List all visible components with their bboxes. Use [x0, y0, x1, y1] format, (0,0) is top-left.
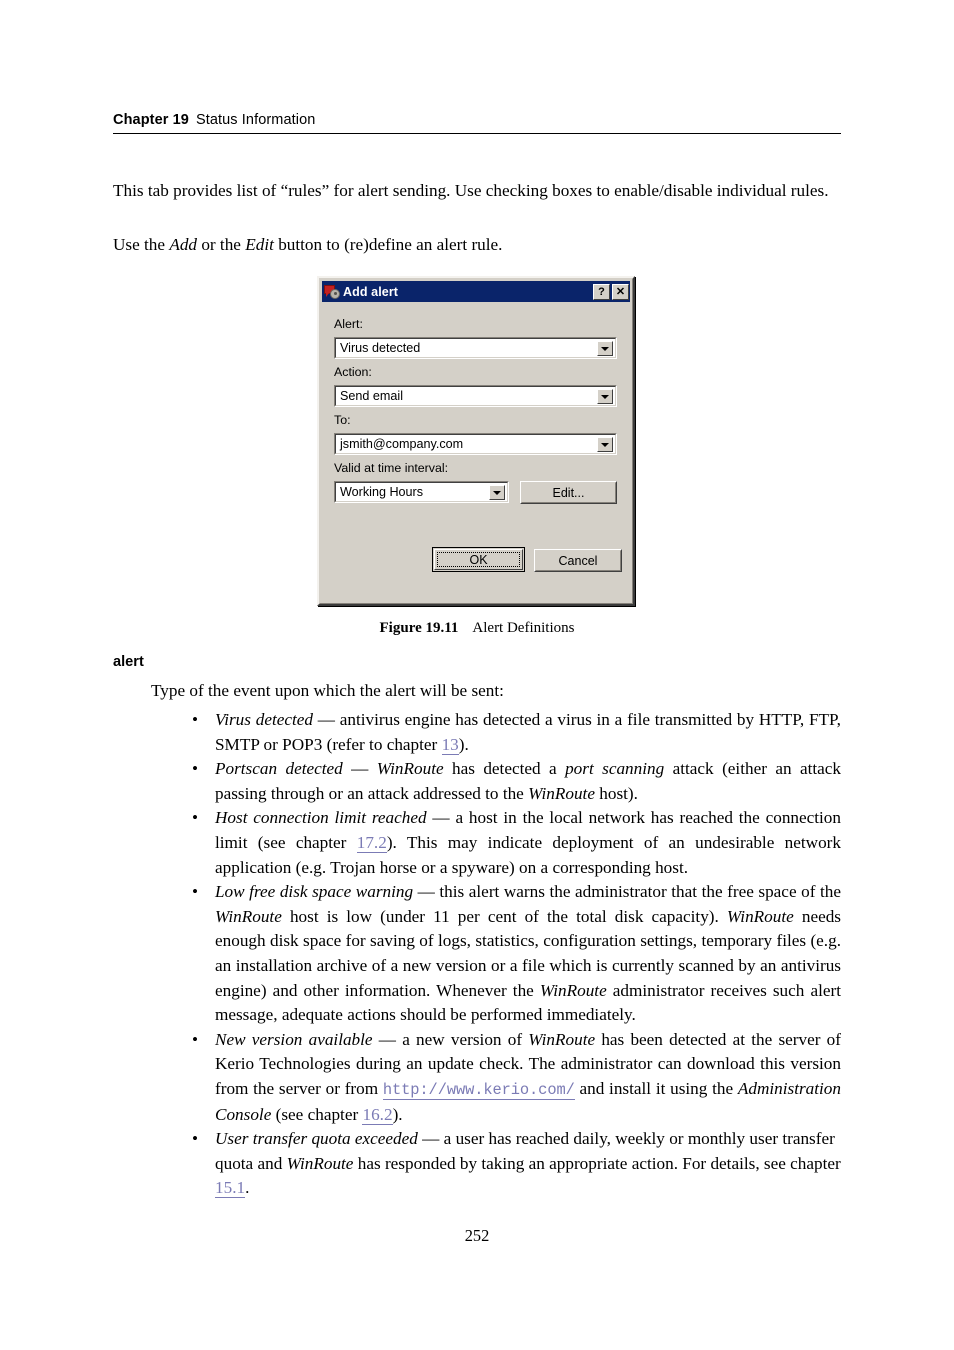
body-text: and install it using the: [574, 1078, 738, 1098]
list-item: • Host connection limit reached — a host …: [186, 806, 841, 880]
alert-type-term: Portscan detected: [215, 759, 343, 779]
chapter-link[interactable]: 15.1: [215, 1178, 246, 1199]
close-icon[interactable]: ✕: [612, 283, 629, 300]
add-button-reference: Add: [169, 235, 198, 254]
to-value: jsmith@company.com: [340, 437, 464, 451]
chapter-link[interactable]: 17.2: [356, 832, 387, 853]
body-text: has detected a: [443, 759, 566, 779]
figure-caption: Figure 19.11 Alert Definitions: [0, 620, 954, 637]
body-text: .: [245, 1178, 250, 1198]
intro-p2-a: Use the: [113, 235, 170, 254]
ok-button[interactable]: OK: [432, 547, 525, 572]
add-alert-dialog: Add alert ? ✕ Alert: Virus detected Acti…: [317, 276, 635, 606]
interval-combobox[interactable]: Working Hours: [334, 481, 509, 503]
chevron-down-icon[interactable]: [597, 436, 613, 452]
intro-p1-a: This tab provides list of: [113, 181, 281, 200]
emphasis-text: WinRoute: [528, 1029, 596, 1049]
body-text: host is low (under 11 per cent of the to…: [281, 906, 727, 926]
interval-value: Working Hours: [340, 485, 424, 499]
to-combobox[interactable]: jsmith@company.com: [334, 433, 617, 455]
help-icon[interactable]: ?: [593, 283, 610, 300]
alert-type-term: User transfer quota exceeded: [215, 1129, 418, 1149]
chevron-down-icon[interactable]: [597, 388, 613, 404]
emphasis-text: WinRoute: [528, 783, 595, 803]
edit-interval-button[interactable]: Edit...: [520, 481, 617, 504]
intro-p2-c: button to (re)define an alert rule.: [273, 235, 503, 254]
alert-combobox[interactable]: Virus detected: [334, 337, 617, 359]
intro-p1-b: for alert sending. Use checking boxes to…: [329, 181, 829, 200]
external-url-link[interactable]: http://www.kerio.com/: [382, 1080, 575, 1100]
interval-label: Valid at time interval:: [334, 461, 449, 475]
emphasis-text: WinRoute: [726, 906, 794, 926]
alert-type-term: Host connection limit reached: [215, 808, 427, 828]
body-text: ).: [392, 1104, 403, 1124]
body-text: host).: [594, 783, 638, 803]
list-item: • Low free disk space warning — this aler…: [186, 880, 841, 1028]
dialog-body: Alert: Virus detected Action: Send email…: [322, 305, 630, 601]
alert-type-list: • Virus detected — antivirus engine has d…: [186, 708, 841, 1201]
header-rule: [113, 133, 841, 134]
bullet-icon: •: [192, 808, 199, 828]
bullet-icon: •: [192, 1029, 199, 1049]
body-text: — this alert warns the administrator tha…: [413, 882, 842, 902]
alert-type-term: Virus detected: [215, 710, 313, 729]
list-item: • Virus detected — antivirus engine has d…: [186, 708, 841, 757]
bullet-icon: •: [192, 710, 199, 729]
alert-label: Alert:: [334, 317, 363, 331]
body-text: —: [342, 759, 377, 779]
chapter-link[interactable]: 16.2: [362, 1104, 393, 1125]
chevron-down-icon[interactable]: [489, 484, 505, 500]
chapter-title: Status Information: [195, 112, 316, 128]
emphasis-text: port scanning: [565, 759, 665, 779]
dialog-titlebar[interactable]: Add alert ? ✕: [322, 281, 630, 302]
edit-interval-label: Edit...: [552, 485, 585, 500]
edit-button-reference: Edit: [245, 235, 274, 254]
intro-paragraph-2: Use the Add or the Edit button to (re)de…: [113, 232, 841, 258]
section-intro-text: Type of the event upon which the alert w…: [151, 681, 504, 700]
emphasis-text: WinRoute: [539, 980, 607, 1000]
cancel-label: Cancel: [558, 553, 598, 568]
ok-label: OK: [469, 552, 488, 567]
body-text: (see chapter: [271, 1104, 363, 1124]
running-header-line: Chapter 19 Status Information: [113, 112, 841, 133]
bullet-icon: •: [192, 882, 199, 902]
dialog-title: Add alert: [343, 284, 399, 299]
chevron-down-icon[interactable]: [597, 340, 613, 356]
figure-title: Alert Definitions: [472, 620, 575, 636]
document-page: Chapter 19 Status Information This tab pr…: [0, 0, 954, 1350]
page-number: 252: [464, 1226, 490, 1245]
alert-gear-icon: [324, 284, 340, 300]
bullet-icon: •: [192, 1129, 199, 1149]
emphasis-text: WinRoute: [215, 906, 282, 926]
intro-paragraph-1: This tab provides list of “rules” for al…: [113, 178, 841, 204]
list-item: • Portscan detected — WinRoute has detect…: [186, 757, 841, 806]
section-heading-alert: alert: [113, 654, 144, 670]
alert-type-term: New version available: [215, 1029, 373, 1049]
intro-p1-quote: “rules”: [280, 181, 330, 200]
alert-type-term: Low free disk space warning: [215, 882, 414, 902]
chapter-link[interactable]: 13: [441, 734, 459, 755]
to-label: To:: [334, 413, 351, 427]
titlebar-buttons: ? ✕: [593, 283, 629, 300]
list-item: • New version available — a new version o…: [186, 1028, 841, 1127]
action-combobox[interactable]: Send email: [334, 385, 617, 407]
chapter-number: Chapter 19: [113, 112, 189, 128]
emphasis-text: WinRoute: [376, 759, 444, 779]
bullet-icon: •: [192, 759, 199, 779]
action-label: Action:: [334, 365, 372, 379]
body-text: has responded by taking an appropriate a…: [353, 1153, 841, 1173]
intro-p2-b: or the: [197, 235, 246, 254]
list-item: • User transfer quota exceeded — a user h…: [186, 1127, 841, 1201]
action-value: Send email: [340, 389, 404, 403]
body-text: — a new version of: [372, 1029, 529, 1049]
emphasis-text: WinRoute: [286, 1153, 354, 1173]
figure-number: Figure 19.11: [379, 620, 459, 636]
running-header: Chapter 19 Status Information: [113, 112, 841, 134]
body-text: ).: [458, 734, 469, 754]
cancel-button[interactable]: Cancel: [534, 549, 622, 572]
alert-value: Virus detected: [340, 341, 421, 355]
